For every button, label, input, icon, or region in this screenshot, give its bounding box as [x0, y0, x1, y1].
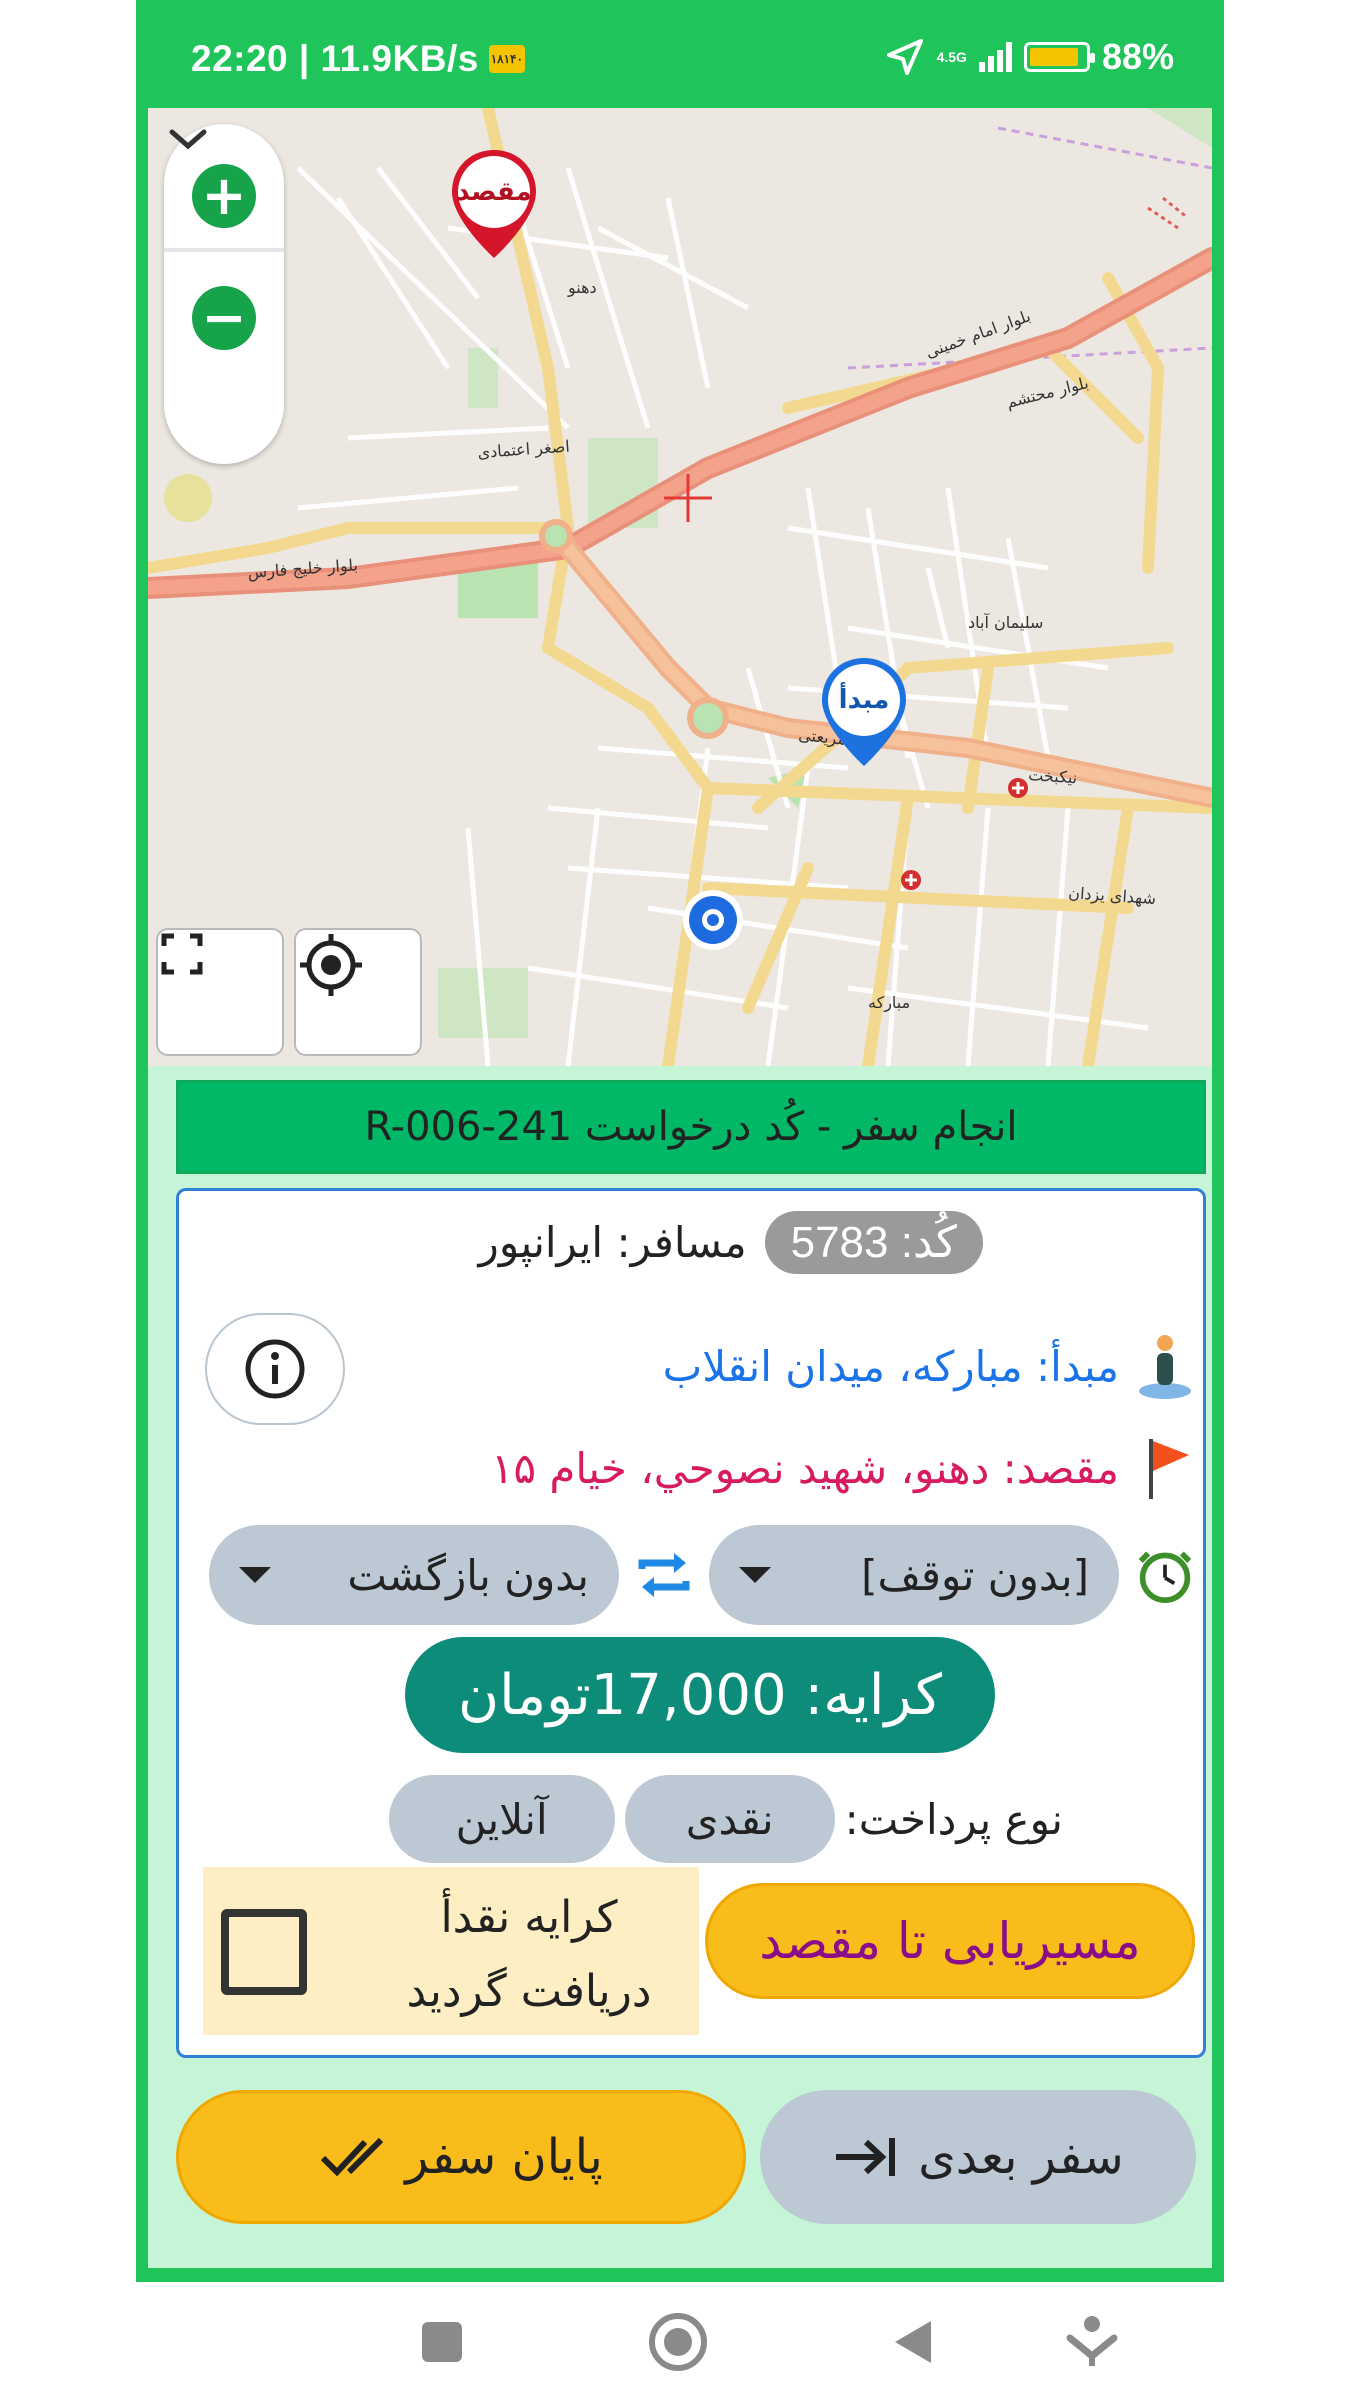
system-navigation-bar: [0, 2282, 1350, 2400]
location-arrow-icon: [886, 39, 923, 75]
zoom-control: + −: [164, 124, 284, 464]
double-check-icon: [321, 2137, 384, 2177]
payment-type-label: نوع پرداخت:: [844, 1794, 1063, 1844]
next-trip-button[interactable]: سفر بعدی: [760, 2090, 1196, 2224]
dropdown-caret-icon: [739, 1567, 771, 1583]
fare-badge: کرایه: 17,000تومان: [405, 1637, 995, 1753]
destination-pin-label: مقصد: [456, 177, 532, 207]
info-icon: [245, 1339, 305, 1399]
cash-received-toggle[interactable]: کرایه نقدأ دریافت گردید: [203, 1867, 699, 2035]
destination-row: مقصد: دهنو، شهید نصوحي، خيام ١۵: [491, 1433, 1193, 1503]
map-street-label: نیکبخت: [1028, 765, 1078, 787]
status-left: 22:20 | 11.9KB/s ۱۸۱۴۰: [191, 38, 525, 80]
notification-down-icon: [1066, 2316, 1118, 2366]
payment-online-option[interactable]: آنلاین: [388, 1775, 615, 1863]
end-trip-button[interactable]: پایان سفر: [176, 2090, 746, 2224]
map-street-label: سلیمان آباد: [968, 613, 1043, 632]
signal-bars-icon: [978, 42, 1012, 72]
chevron-down-icon[interactable]: [164, 124, 212, 154]
status-bar: 22:20 | 11.9KB/s ۱۸۱۴۰ 4.5G 88%: [136, 0, 1224, 108]
fullscreen-button[interactable]: [156, 928, 284, 1056]
map-street-label: مبارکه: [868, 993, 910, 1013]
app-frame: 22:20 | 11.9KB/s ۱۸۱۴۰ 4.5G 88% بلوار ام…: [136, 0, 1224, 2282]
zoom-divider: [164, 248, 284, 252]
square-icon: [422, 2322, 462, 2362]
home-button[interactable]: [646, 2310, 710, 2374]
origin-row: مبدأ: مبارکه، میدان انقلاب: [663, 1331, 1193, 1401]
stopwatch-icon: [1137, 1540, 1193, 1610]
passenger-name: مسافر: ایرانپور: [478, 1218, 747, 1267]
origin-pin[interactable]: مبدأ: [816, 654, 912, 774]
cash-received-checkbox[interactable]: [221, 1909, 307, 1995]
stop-select[interactable]: [بدون توقف]: [709, 1525, 1119, 1625]
payment-cash-option[interactable]: نقدی: [624, 1775, 835, 1863]
person-pin-icon: [1137, 1331, 1193, 1401]
return-select-value: بدون بازگشت: [347, 1550, 589, 1600]
passenger-row: کُد: 5783 مسافر: ایرانپور: [479, 1211, 983, 1274]
trip-details-card: کُد: 5783 مسافر: ایرانپور مبدأ: مبارکه، …: [176, 1188, 1206, 2058]
fullscreen-icon: [161, 933, 203, 975]
options-row: [بدون توقف] بدون بازگشت: [209, 1525, 1193, 1625]
trip-code-badge: کُد: 5783: [764, 1211, 983, 1274]
sim-badge-icon: ۱۸۱۴۰: [488, 45, 525, 73]
page-title: انجام سفر - کُد درخواست R-006-241: [176, 1080, 1206, 1174]
back-triangle-icon: [895, 2321, 931, 2363]
stop-select-value: [بدون توقف]: [861, 1550, 1089, 1600]
end-trip-label: پایان سفر: [405, 2129, 603, 2185]
notification-pull-button[interactable]: [1060, 2310, 1124, 2374]
battery-fill: [1029, 48, 1078, 66]
destination-address: مقصد: دهنو، شهید نصوحي، خيام ١۵: [490, 1443, 1119, 1493]
main-content: بلوار امام خمینی بلوار خلیج فارس بلوار محت…: [148, 108, 1212, 2268]
arrow-to-right-icon: [836, 2138, 896, 2176]
status-time: 22:20 | 11.9KB/s: [191, 38, 479, 79]
map-view[interactable]: بلوار امام خمینی بلوار خلیج فارس بلوار محت…: [148, 108, 1212, 1066]
recents-button[interactable]: [410, 2310, 474, 2374]
red-flag-icon: [1137, 1433, 1193, 1503]
zoom-out-button[interactable]: −: [192, 286, 256, 350]
destination-pin[interactable]: مقصد: [446, 146, 542, 266]
cash-received-label: کرایه نقدأ دریافت گردید: [406, 1892, 652, 2017]
origin-address: مبدأ: مبارکه، میدان انقلاب: [662, 1341, 1119, 1391]
return-select[interactable]: بدون بازگشت: [209, 1525, 619, 1625]
zoom-in-button[interactable]: +: [192, 164, 256, 228]
status-right: 4.5G 88%: [885, 36, 1174, 78]
back-button[interactable]: [880, 2310, 944, 2374]
next-trip-label: سفر بعدی: [918, 2129, 1124, 2185]
battery-icon: [1023, 42, 1095, 72]
swap-arrows-icon[interactable]: [619, 1540, 709, 1610]
payment-row: نوع پرداخت: نقدی آنلاین: [388, 1775, 1063, 1863]
map-street-label: دهنو: [567, 278, 597, 298]
my-location-button[interactable]: [294, 928, 422, 1056]
battery-percent: 88%: [1101, 36, 1174, 77]
map-tiles: بلوار امام خمینیبلوار خلیج فارسبلوار محت…: [148, 108, 1212, 1066]
home-circle-icon: [649, 2313, 707, 2371]
info-button[interactable]: [205, 1313, 345, 1425]
network-type: 4.5G: [936, 49, 967, 65]
dropdown-caret-icon: [239, 1567, 271, 1583]
route-to-destination-button[interactable]: مسیریابی تا مقصد: [705, 1883, 1195, 1999]
crosshair-icon: [300, 934, 362, 996]
origin-pin-label: مبدأ: [838, 685, 890, 715]
